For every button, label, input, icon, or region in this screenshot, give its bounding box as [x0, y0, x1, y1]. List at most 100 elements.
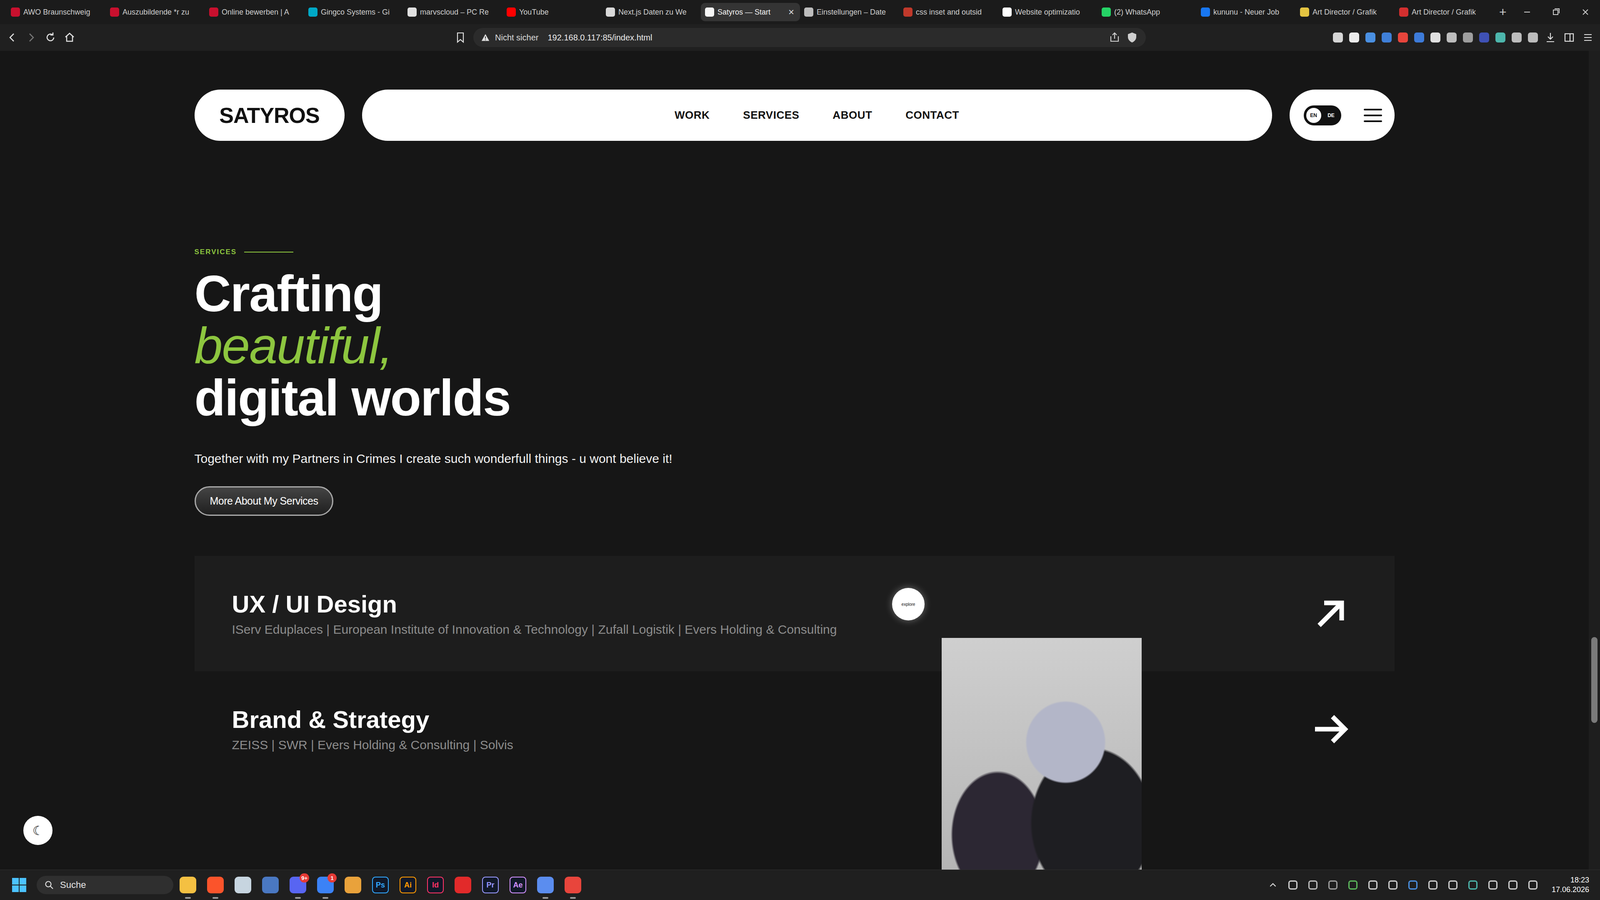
tray-icon[interactable] [1328, 880, 1338, 890]
taskbar-app[interactable] [174, 870, 202, 900]
browser-tab[interactable]: css inset and outsid [899, 2, 999, 22]
arrow-right-icon[interactable] [1310, 708, 1352, 750]
browser-tab[interactable]: Next.js Daten zu We [601, 2, 701, 22]
taskbar-app[interactable]: 9+ [284, 870, 312, 900]
favicon-icon [1101, 7, 1111, 17]
extension-icon[interactable] [1365, 32, 1376, 43]
page-container: SATYROSWORKSERVICESABOUTCONTACTENDESERVI… [194, 50, 1395, 787]
taskbar-app[interactable] [229, 870, 257, 900]
nav-link[interactable]: SERVICES [742, 108, 800, 122]
nav-link[interactable]: CONTACT [905, 108, 960, 122]
language-option[interactable]: DE [1323, 107, 1339, 123]
theme-toggle[interactable]: ☾ [23, 815, 53, 845]
url-text[interactable]: 192.168.0.117:85/index.html [547, 32, 653, 43]
tray-icon[interactable] [1528, 880, 1538, 890]
extension-icon[interactable] [1527, 32, 1538, 43]
back-icon[interactable] [5, 31, 19, 44]
taskbar-app[interactable] [449, 870, 477, 900]
browser-tab[interactable]: Online bewerben | A [205, 2, 305, 22]
taskbar-app[interactable] [559, 870, 587, 900]
tray-icon[interactable] [1408, 880, 1418, 890]
extension-icon[interactable] [1495, 32, 1506, 43]
share-icon[interactable] [1108, 31, 1121, 44]
running-indicator [295, 897, 301, 899]
browser-tab[interactable]: Website optimizatio [998, 2, 1098, 22]
bookmark-icon[interactable] [454, 31, 467, 44]
chevron-up-icon[interactable] [1268, 880, 1278, 890]
extension-icon[interactable] [1397, 32, 1408, 43]
browser-tab[interactable]: Art Director / Grafik [1395, 2, 1495, 22]
extension-icon[interactable] [1511, 32, 1522, 43]
browser-tab[interactable]: Art Director / Grafik [1295, 2, 1395, 22]
tray-icon[interactable] [1428, 880, 1438, 890]
home-icon[interactable] [63, 31, 76, 44]
extension-icon[interactable] [1381, 32, 1392, 43]
taskbar-app[interactable] [201, 870, 230, 900]
new-tab-button[interactable]: + [1494, 5, 1512, 20]
security-label[interactable]: Nicht sicher [495, 32, 539, 43]
taskbar-app[interactable]: Ae [504, 870, 532, 900]
taskbar-app[interactable]: 1 [311, 870, 340, 900]
browser-tab[interactable]: YouTube [502, 2, 602, 22]
address-bar[interactable]: Nicht sicher 192.168.0.117:85/index.html [473, 27, 1146, 48]
extension-icon[interactable] [1349, 32, 1360, 43]
extension-icon[interactable] [1332, 32, 1343, 43]
services-button[interactable]: More About My Services [194, 486, 334, 516]
shield-icon[interactable] [1125, 31, 1139, 44]
extension-icon[interactable] [1462, 32, 1473, 43]
browser-tab[interactable]: Satyros — Start× [700, 2, 800, 22]
service-row[interactable]: UX / UI DesignIServ Eduplaces | European… [194, 555, 1395, 672]
taskbar-app[interactable] [339, 870, 367, 900]
logo[interactable]: SATYROS [194, 89, 345, 141]
taskbar-app[interactable] [256, 870, 285, 900]
minimize-icon[interactable] [1512, 0, 1542, 25]
tray-icon[interactable] [1388, 880, 1398, 890]
extension-icon[interactable] [1479, 32, 1490, 43]
reload-icon[interactable] [44, 31, 57, 44]
browser-tab[interactable]: AWO Braunschweig [6, 2, 106, 22]
taskbar-app[interactable]: Id [421, 870, 450, 900]
tray-icon[interactable] [1468, 880, 1478, 890]
restore-icon[interactable] [1541, 0, 1571, 25]
taskbar-app[interactable]: Ai [394, 870, 422, 900]
tray-icon[interactable] [1448, 880, 1458, 890]
scroll-thumb[interactable] [1591, 637, 1598, 723]
sidebar-icon[interactable] [1562, 31, 1576, 44]
favicon-icon [1300, 7, 1310, 17]
tray-icon[interactable] [1348, 880, 1358, 890]
service-row[interactable]: Brand & StrategyZEISS | SWR | Evers Hold… [194, 671, 1395, 787]
taskbar-app[interactable] [531, 870, 560, 900]
browser-tab[interactable]: (2) WhatsApp [1097, 2, 1197, 22]
scrollbar[interactable] [1588, 50, 1600, 870]
forward-icon[interactable] [25, 31, 38, 44]
close-window-icon[interactable] [1570, 0, 1600, 25]
browser-tab[interactable]: kununu - Neuer Job [1196, 2, 1296, 22]
tray-icon[interactable] [1368, 880, 1378, 890]
extension-icon[interactable] [1414, 32, 1425, 43]
language-toggle[interactable]: ENDE [1303, 105, 1342, 126]
tab-close-button[interactable]: × [786, 6, 796, 18]
menu-icon[interactable] [1581, 31, 1595, 44]
taskbar-search[interactable]: Suche [36, 875, 174, 895]
extension-icon[interactable] [1446, 32, 1457, 43]
download-icon[interactable] [1544, 31, 1557, 44]
warning-icon[interactable] [480, 32, 490, 43]
hamburger-icon[interactable] [1363, 108, 1383, 123]
arrow-up-right-icon[interactable] [1310, 592, 1352, 635]
browser-tab[interactable]: Einstellungen – Date [800, 2, 900, 22]
taskbar-app[interactable]: Ps [366, 870, 395, 900]
browser-tab[interactable]: Gingco Systems - Gi [304, 2, 404, 22]
nav-link[interactable]: ABOUT [832, 108, 873, 122]
taskbar-app[interactable]: Pr [476, 870, 505, 900]
browser-tab[interactable]: Auszubildende *r zu [105, 2, 205, 22]
windows-start-icon[interactable] [11, 877, 27, 893]
nav-link[interactable]: WORK [674, 108, 710, 122]
tray-icon[interactable] [1288, 880, 1298, 890]
clock[interactable]: 18:2317.06.2026 [1537, 875, 1600, 895]
tray-icon[interactable] [1508, 880, 1518, 890]
language-option[interactable]: EN [1306, 107, 1322, 123]
tray-icon[interactable] [1488, 880, 1498, 890]
tray-icon[interactable] [1308, 880, 1318, 890]
extension-icon[interactable] [1430, 32, 1441, 43]
browser-tab[interactable]: marvscloud – PC Re [403, 2, 503, 22]
